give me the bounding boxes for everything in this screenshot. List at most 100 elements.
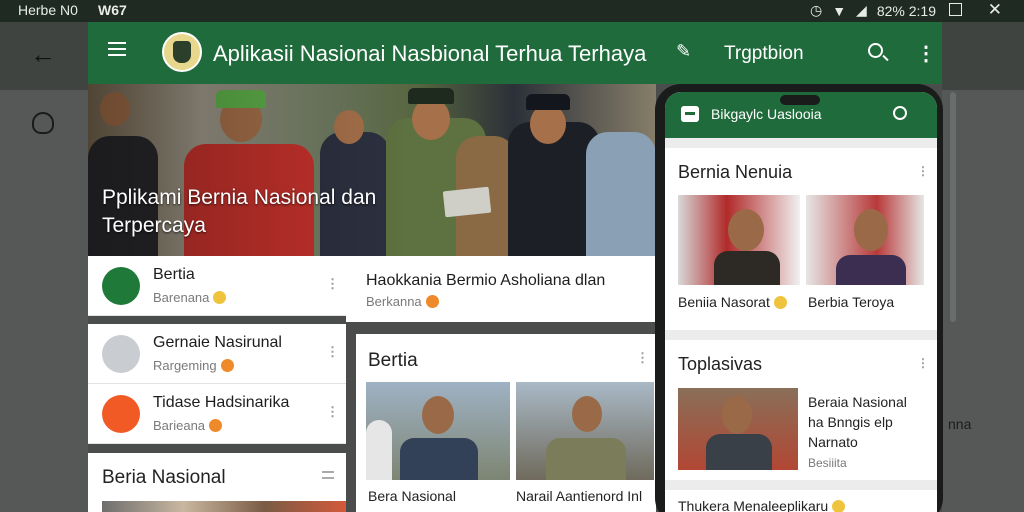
news-thumbnail[interactable] [806,195,924,285]
person-head [728,209,764,251]
alarm-icon: ◷ [809,2,823,18]
device-label: W67 [98,2,127,18]
status-indicators: ◷ ▼ ◢ 82% 2:19 [810,2,936,19]
article-line: ha Bnngis elp [808,414,893,430]
search-icon[interactable] [868,43,883,58]
tab-trgptbion[interactable]: Trgptbion [724,43,804,65]
news-thumbnail[interactable] [678,388,798,470]
thumbnail-caption: Narail Aantienord Inl [516,488,643,504]
hero-figure [586,132,656,256]
hamburger-menu-icon[interactable] [108,42,126,56]
right-chrome: nna [942,22,1024,512]
officer-cap-icon [408,88,454,104]
more-vert-icon[interactable]: ⋮ [326,276,339,292]
news-app-icon [681,106,699,122]
emoji-icon [213,291,227,304]
play-icon [102,267,140,305]
headline-card-title: Haokkania Bermio Asholiana dlan [366,272,606,289]
news-thumbnail[interactable] [678,195,800,285]
headline-card-subtitle: Berkanna [366,294,439,309]
clipboard-prop [442,186,492,218]
list-item[interactable]: Bertia Barenana ⋮ [88,256,346,316]
edit-icon[interactable]: ✎ [676,41,691,62]
section-heading: Bertia [368,350,418,371]
heart-icon [209,419,223,432]
heart-icon [425,295,439,308]
list-item-title: Bertia [153,266,195,283]
list-item-subtitle: Barieana [153,418,223,433]
more-vert-icon[interactable]: ⋮ [326,344,339,360]
person-head [572,396,602,432]
emoji-icon [832,500,846,512]
list-item[interactable]: Gernaie Nasirunal Rargeming ⋮ [88,324,346,384]
left-chrome: ← [0,22,88,512]
close-icon[interactable]: ✕ [988,0,1002,20]
person-figure [366,420,392,480]
list-item-title: Tidase Hadsinarika [153,394,290,411]
thumbnail-strip[interactable] [102,501,346,512]
phone-notch [780,95,820,105]
app-bar: Aplikasii Nasionai Nasbional Terhua Terh… [88,22,942,84]
right-chrome-header [942,22,1024,90]
thumbnail-caption: Bera Nasional [368,488,456,504]
carrier-label: Herbe N0 [18,2,78,18]
berita-card: Bertia ⋮ Bera Nasional Narail Aantienord… [356,334,656,512]
battery-text: 82% 2:19 [876,2,936,19]
hero-figure-head [412,98,450,140]
phone-section-card: Toplasivas ⋮ Beraia Nasional ha Bnngis e… [665,340,937,480]
person-figure [706,434,772,470]
more-vert-icon[interactable]: ⋮ [917,356,929,370]
thumbnail-caption: Berbia Teroya [808,294,895,310]
hero-banner[interactable]: Pplikami Bernia Nasional dan Terpercaya [88,84,656,256]
hero-figure-head [530,104,566,144]
article-line: Beraia Nasional [808,394,907,410]
nasional-card: Beria Nasional [88,453,346,512]
thumbnail-caption: Beniia Nasorat [678,294,787,310]
app-logo [162,32,202,72]
more-vert-icon[interactable]: ⋮ [917,164,929,178]
phone-app-title: Bikgaylc Uaslooia [711,106,822,122]
list-item-subtitle: Barenana [153,290,227,305]
article-line: Narnato [808,434,858,450]
more-vert-icon[interactable]: ⋮ [916,41,936,66]
back-arrow-icon[interactable]: ← [30,39,56,70]
person-figure [400,438,478,480]
person-figure [546,438,626,480]
avatar [102,335,140,373]
section-heading: Toplasivas [678,354,763,374]
list-item[interactable]: Tidase Hadsinarika Barieana ⋮ [88,384,346,444]
list-item-title: Gernaie Nasirunal [153,334,282,351]
person-head [854,209,888,251]
system-status-bar: Herbe N0 W67 ◷ ▼ ◢ 82% 2:19 ✕ [0,0,1024,22]
more-vert-icon[interactable]: ⋮ [326,404,339,420]
hero-headline: Pplikami Bernia Nasional dan Terpercaya [102,186,377,237]
article-source: Besiiita [808,456,847,470]
phone-screen: Bikgaylc Uaslooia Bernia Nenuia ⋮ Beniia… [665,92,937,512]
phone-footer-card[interactable]: Thukera Menaleeplikaru [665,490,937,512]
more-vert-icon[interactable]: ⋮ [636,350,649,366]
emoji-icon [773,296,787,309]
person-head [422,396,454,434]
person-figure [714,251,780,285]
officer-cap-icon [526,94,570,110]
wifi-icon: ▼ [832,2,847,19]
news-thumbnail[interactable] [366,382,510,480]
person-head [722,396,752,434]
search-icon[interactable] [893,106,907,120]
scrollbar[interactable] [950,92,956,322]
headline-card[interactable]: Haokkania Bermio Asholiana dlan Berkanna [346,256,656,322]
notification-icon[interactable] [32,112,54,134]
list-item-subtitle: Rargeming [153,358,234,373]
phone-section-card: Bernia Nenuia ⋮ Beniia Nasorat Berbia Te… [665,148,937,330]
news-thumbnail[interactable] [516,382,654,480]
app-title: Aplikasii Nasionai Nasbional Terhua Terh… [213,41,647,66]
section-heading: Bernia Nenuia [678,162,793,182]
orange-badge-icon [102,395,140,433]
footer-text: Thukera Menaleeplikaru [678,498,846,512]
maximize-icon[interactable] [949,3,962,16]
signal-icon: ◢ [856,2,867,18]
person-figure [836,255,906,285]
reorder-icon[interactable] [322,471,334,479]
right-edge-label: nna [948,416,972,432]
heart-icon [220,359,234,372]
